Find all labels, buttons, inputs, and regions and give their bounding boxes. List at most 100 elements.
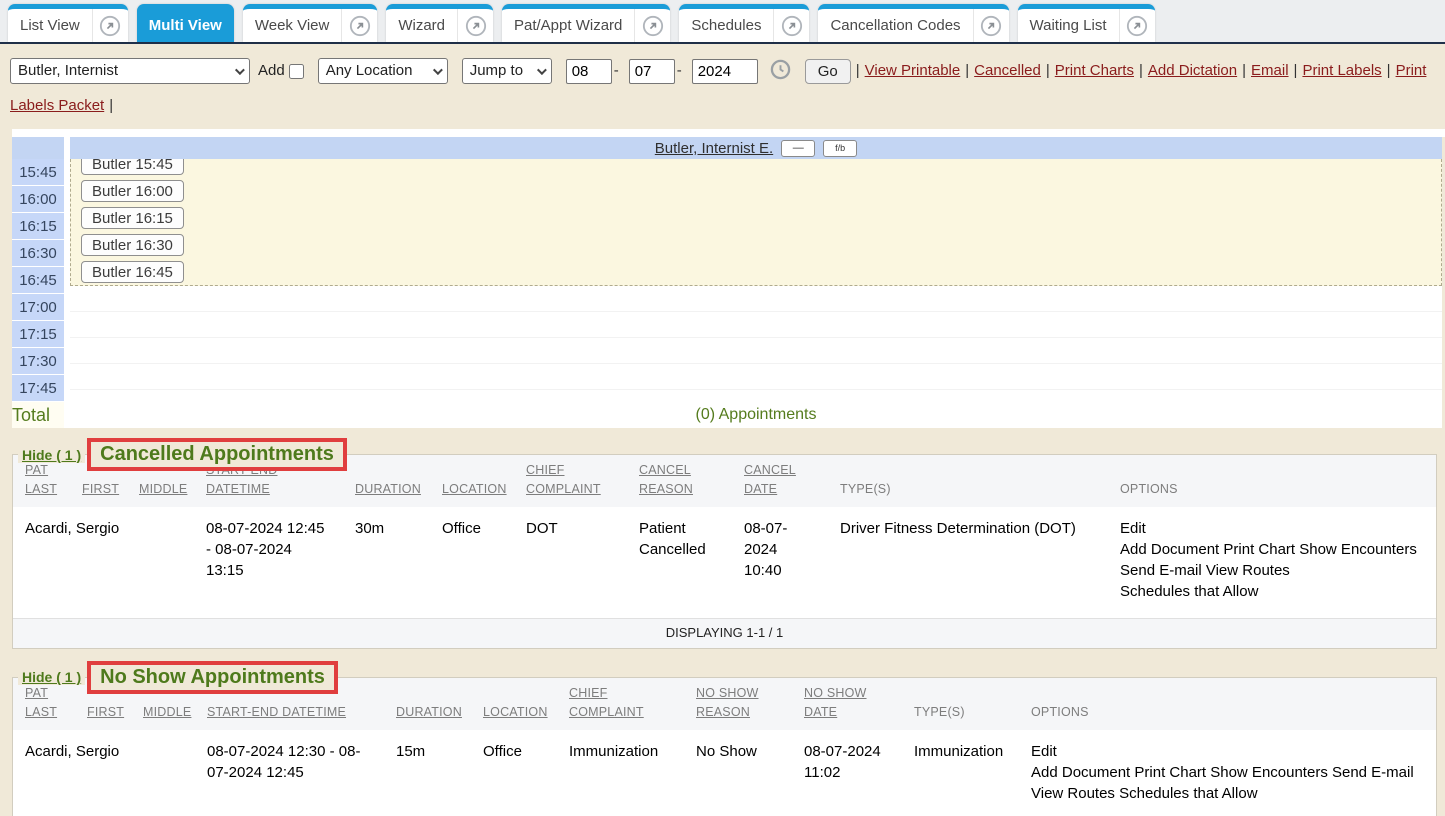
view-printable-link[interactable]: View Printable [865, 62, 961, 79]
tab-wizard[interactable]: Wizard [386, 4, 493, 42]
chief-complaint: Immunization [557, 730, 684, 816]
tab-waiting-list[interactable]: Waiting List [1018, 4, 1155, 42]
tab-week-view[interactable]: Week View [243, 4, 377, 42]
start-end-datetime: 08-07-2024 12:45 - 08-07-2024 13:15 [194, 507, 343, 619]
empty-slot-row [70, 364, 1442, 390]
empty-slot-row [70, 286, 1442, 312]
slot-button[interactable]: Butler 16:15 [81, 207, 184, 229]
option-links-line[interactable]: View Routes Schedules that Allow [1031, 783, 1422, 804]
option-links-line[interactable]: Add Document Print Chart Show Encounters [1120, 539, 1422, 560]
option-links-line[interactable]: Send E-mail View Routes [1120, 560, 1422, 581]
open-new-window-icon[interactable] [773, 9, 809, 42]
time-slot-label: 16:30 [12, 240, 64, 266]
tab-label: Wizard [386, 9, 457, 42]
hide-cancelled-link[interactable]: Hide ( 1 ) [18, 447, 85, 463]
open-new-window-icon[interactable] [92, 9, 128, 42]
time-slot-label: 17:15 [12, 321, 64, 347]
cancelled-section-title: Cancelled Appointments [100, 443, 334, 465]
spacer [12, 129, 1445, 137]
appointment-types: Driver Fitness Determination (DOT) [828, 507, 1108, 619]
column-header-duration[interactable]: DURATION [384, 678, 471, 730]
go-button[interactable]: Go [805, 59, 851, 84]
date-month-input[interactable] [566, 59, 612, 84]
option-links-line[interactable]: Add Document Print Chart Show Encounters… [1031, 762, 1422, 783]
option-links-line[interactable]: Edit [1120, 518, 1422, 539]
column-header-noshow-reason[interactable]: NO SHOW REASON [684, 678, 792, 730]
time-slot-label: 17:30 [12, 348, 64, 374]
open-new-window-icon[interactable] [457, 9, 493, 42]
open-new-window-icon[interactable] [634, 9, 670, 42]
cancelled-section-legend: Hide ( 1 ) Cancelled Appointments [18, 438, 347, 471]
patient-name: Acardi, Sergio [13, 730, 195, 816]
total-label: Total [12, 402, 64, 428]
noshow-appointments-table: PAT LAST FIRST MIDDLE START-END DATETIME… [13, 678, 1436, 816]
slot-button[interactable]: Butler 16:45 [81, 261, 184, 283]
tab-label: Schedules [679, 9, 773, 42]
time-slot-label: 16:00 [12, 186, 64, 212]
tab-label: Waiting List [1018, 9, 1119, 42]
date-separator: - [614, 62, 619, 79]
schedule-slots-column: Butler 15:45 Butler 16:00 Butler 16:15 B… [70, 159, 1442, 402]
cancelled-appointment-row: Acardi, Sergio 08-07-2024 12:45 - 08-07-… [13, 507, 1436, 619]
slot-button[interactable]: Butler 16:30 [81, 234, 184, 256]
provider-column-link[interactable]: Butler, Internist E. [655, 140, 773, 157]
hide-noshow-link[interactable]: Hide ( 1 ) [18, 669, 85, 685]
tab-label: List View [8, 9, 92, 42]
chevron-down-icon [235, 65, 245, 75]
patient-name: Acardi, Sergio [13, 507, 194, 619]
column-header-location[interactable]: LOCATION [430, 455, 514, 507]
collapse-column-button[interactable]: — [781, 140, 815, 157]
provider-select[interactable]: Butler, Internist [10, 58, 250, 84]
tab-multi-view[interactable]: Multi View [137, 4, 234, 42]
option-links-line[interactable]: Edit [1031, 741, 1422, 762]
tab-cancellation-codes[interactable]: Cancellation Codes [818, 4, 1008, 42]
column-header-cancel-date[interactable]: CANCEL DATE [732, 455, 828, 507]
column-header-chief-complaint[interactable]: CHIEF COMPLAINT [514, 455, 627, 507]
open-new-window-icon[interactable] [973, 9, 1009, 42]
noshow-section-title: No Show Appointments [100, 666, 325, 688]
option-links-line[interactable]: Schedules that Allow [1120, 581, 1422, 602]
cancel-reason: Patient Cancelled [627, 507, 732, 619]
slot-button[interactable]: Butler 16:00 [81, 180, 184, 202]
column-header-duration[interactable]: DURATION [343, 455, 430, 507]
link-separator: | [1046, 62, 1050, 79]
provider-column-header: Butler, Internist E. — f/b [70, 137, 1442, 159]
tab-label: Week View [243, 9, 341, 42]
open-new-window-icon[interactable] [341, 9, 377, 42]
date-separator: - [677, 62, 682, 79]
tab-label: Multi View [137, 9, 234, 42]
slot-button[interactable]: Butler 15:45 [81, 159, 184, 175]
add-label: Add [258, 62, 285, 79]
print-labels-link[interactable]: Print Labels [1302, 62, 1381, 79]
cancelled-link[interactable]: Cancelled [974, 62, 1041, 79]
date-year-input[interactable] [692, 59, 758, 84]
provider-select-value: Butler, Internist [18, 56, 118, 86]
tab-list-view[interactable]: List View [8, 4, 128, 42]
location: Office [430, 507, 514, 619]
time-slot-label: 17:45 [12, 375, 64, 401]
date-day-input[interactable] [629, 59, 675, 84]
add-checkbox[interactable] [289, 64, 304, 79]
schedule-body: 15:45 16:00 16:15 16:30 16:45 17:00 17:1… [12, 159, 1442, 402]
email-link[interactable]: Email [1251, 62, 1289, 79]
schedule-grid: Butler, Internist E. — f/b 15:45 16:00 1… [12, 137, 1442, 428]
tab-schedules[interactable]: Schedules [679, 4, 809, 42]
fb-button[interactable]: f/b [823, 140, 857, 157]
clock-icon[interactable] [770, 67, 791, 84]
add-dictation-link[interactable]: Add Dictation [1148, 62, 1237, 79]
column-header-location[interactable]: LOCATION [471, 678, 557, 730]
total-appointments-count: (0) Appointments [70, 402, 1442, 428]
jump-to-select[interactable]: Jump to [462, 58, 552, 84]
open-new-window-icon[interactable] [1119, 9, 1155, 42]
location-select[interactable]: Any Location [318, 58, 448, 84]
link-separator: | [1387, 62, 1391, 79]
time-slot-label: 15:45 [12, 159, 64, 185]
column-header-noshow-date[interactable]: NO SHOW DATE [792, 678, 902, 730]
view-tabs: List View Multi View Week View Wizard Pa… [0, 0, 1445, 42]
column-header-types: TYPE(S) [902, 678, 1019, 730]
print-charts-link[interactable]: Print Charts [1055, 62, 1134, 79]
tab-pat-appt-wizard[interactable]: Pat/Appt Wizard [502, 4, 670, 42]
schedule-toolbar: Butler, Internist Add Any Location Jump to -… [0, 44, 1445, 129]
column-header-chief-complaint[interactable]: CHIEF COMPLAINT [557, 678, 684, 730]
column-header-cancel-reason[interactable]: CANCEL REASON [627, 455, 732, 507]
